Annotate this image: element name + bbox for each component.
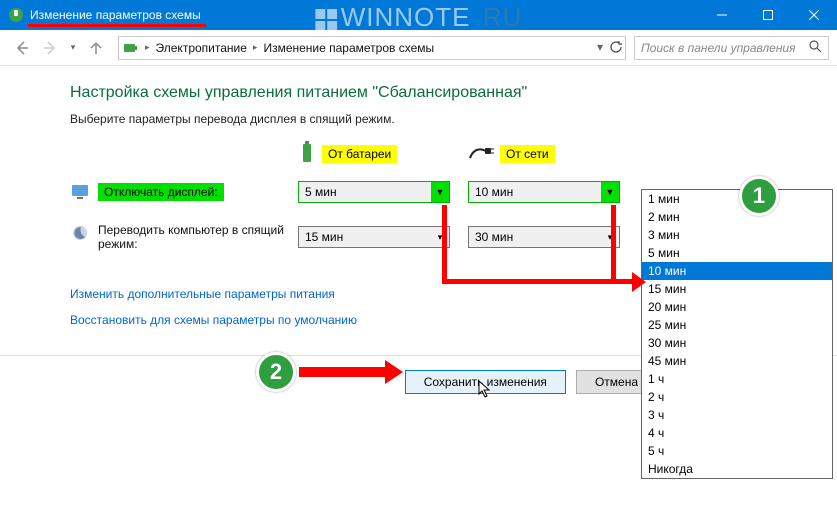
dropdown-option[interactable]: 1 мин [642, 190, 832, 208]
chevron-down-icon: ▼ [601, 182, 619, 202]
annotation-badge-1: 1 [739, 176, 779, 216]
row-display-label: Отключать дисплей: [98, 183, 224, 201]
nav-recent-button[interactable]: ▾ [64, 34, 82, 62]
column-header-battery: От батареи [298, 140, 468, 167]
plug-icon [468, 143, 494, 164]
search-input[interactable]: Поиск в панели управления [634, 36, 829, 60]
moon-icon [70, 223, 90, 243]
chevron-down-icon: ▾ [601, 227, 619, 247]
chevron-right-icon: ▸ [253, 42, 258, 53]
breadcrumb[interactable]: ▸ Электропитание ▸ Изменение параметров … [118, 36, 626, 60]
dropdown-option[interactable]: 2 ч [642, 388, 832, 406]
annotation-arrow [299, 367, 387, 377]
select-display-ac[interactable]: 10 мин ▼ [468, 181, 620, 203]
breadcrumb-refresh-icon[interactable] [609, 40, 623, 57]
breadcrumb-dropdown-icon[interactable]: ▾ [597, 40, 603, 54]
dropdown-option[interactable]: 45 мин [642, 352, 832, 370]
annotation-badge-2: 2 [256, 352, 296, 392]
dropdown-option[interactable]: 2 мин [642, 208, 832, 226]
dropdown-option[interactable]: 3 мин [642, 226, 832, 244]
nav-forward-button[interactable] [36, 34, 64, 62]
monitor-icon [70, 182, 90, 202]
dropdown-option[interactable]: 3 ч [642, 406, 832, 424]
select-sleep-ac[interactable]: 30 мин ▾ [468, 226, 620, 248]
row-sleep-label: Переводить компьютер в спящий режим: [98, 223, 288, 251]
annotation-arrow [611, 205, 616, 280]
nav-bar: ▾ ▸ Электропитание ▸ Изменение параметро… [0, 30, 837, 66]
chevron-down-icon: ▼ [431, 182, 449, 202]
search-icon [809, 40, 822, 56]
battery-icon [298, 140, 316, 167]
annotation-arrow [442, 205, 447, 280]
annotation-underline [28, 24, 206, 27]
dropdown-option[interactable]: 10 мин [642, 262, 832, 280]
page-subtext: Выберите параметры перевода дисплея в сп… [70, 112, 767, 126]
battery-icon [123, 40, 139, 56]
dropdown-option[interactable]: 25 мин [642, 316, 832, 334]
dropdown-option[interactable]: 1 ч [642, 370, 832, 388]
window-title: Изменение параметров схемы [30, 8, 201, 22]
select-display-battery[interactable]: 5 мин ▼ [298, 181, 450, 203]
breadcrumb-item-power[interactable]: Электропитание [156, 41, 247, 55]
chevron-right-icon: ▸ [145, 42, 150, 53]
dropdown-option[interactable]: Никогда [642, 460, 832, 478]
column-header-ac: От сети [468, 143, 638, 164]
dropdown-option[interactable]: 15 мин [642, 280, 832, 298]
annotation-arrow-head [385, 360, 403, 384]
title-bar: Изменение параметров схемы WINNOTE.RU [0, 0, 837, 30]
select-sleep-battery[interactable]: 15 мин ▾ [298, 226, 450, 248]
annotation-arrow [442, 279, 635, 284]
app-icon [8, 7, 24, 23]
annotation-arrow-head [632, 272, 646, 292]
dropdown-option[interactable]: 30 мин [642, 334, 832, 352]
maximize-button[interactable] [745, 0, 791, 30]
nav-up-button[interactable] [82, 34, 110, 62]
search-placeholder-text: Поиск в панели управления [641, 41, 796, 55]
dropdown-option[interactable]: 5 мин [642, 244, 832, 262]
dropdown-option[interactable]: 5 ч [642, 442, 832, 460]
close-button[interactable] [791, 0, 837, 30]
dropdown-option[interactable]: 4 ч [642, 424, 832, 442]
time-options-dropdown[interactable]: 1 мин2 мин3 мин5 мин10 мин15 мин20 мин25… [641, 189, 833, 479]
nav-back-button[interactable] [8, 34, 36, 62]
cursor-icon [478, 380, 494, 403]
minimize-button[interactable] [699, 0, 745, 30]
breadcrumb-item-edit-plan[interactable]: Изменение параметров схемы [263, 41, 434, 55]
watermark: WINNOTE.RU [315, 2, 523, 33]
dropdown-option[interactable]: 20 мин [642, 298, 832, 316]
page-title: Настройка схемы управления питанием "Сба… [70, 84, 767, 102]
